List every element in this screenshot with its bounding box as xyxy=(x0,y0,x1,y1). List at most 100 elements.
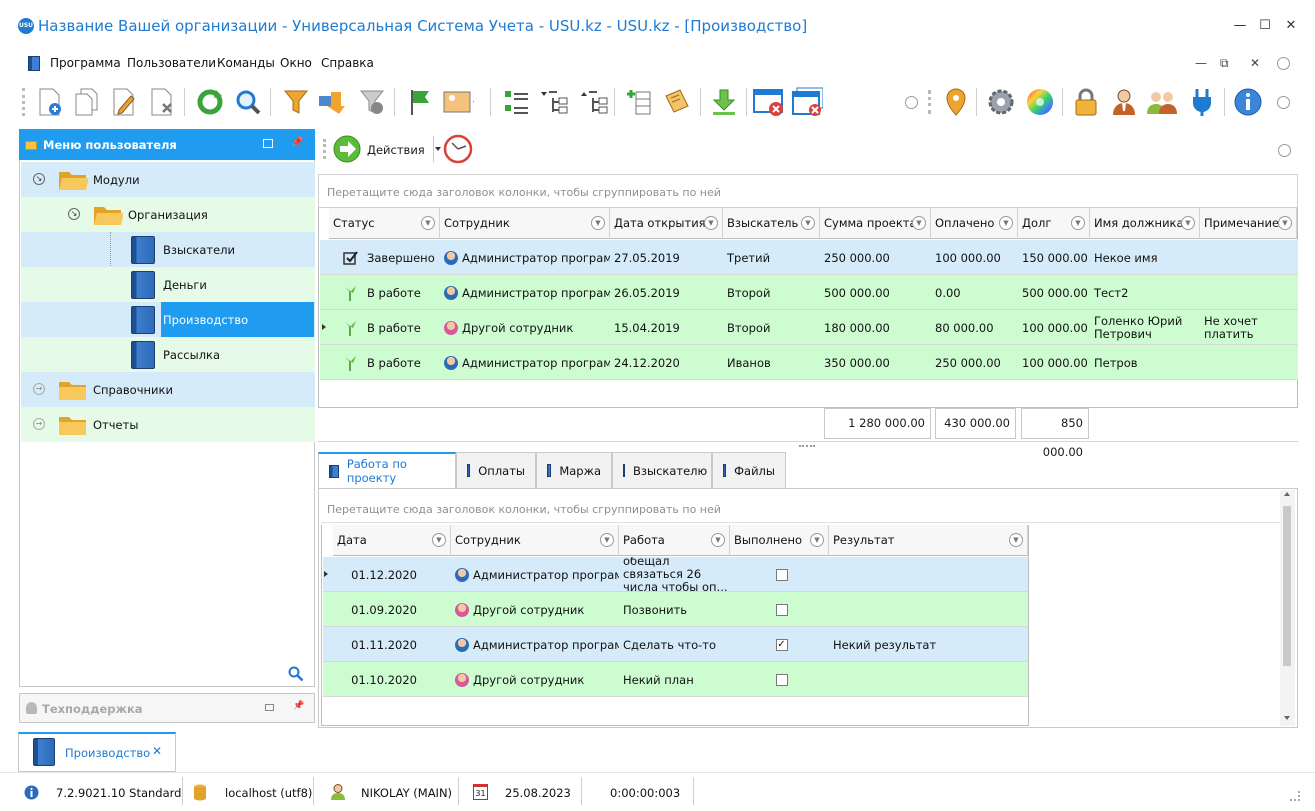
column-header-employee[interactable]: Сотрудник ▼ xyxy=(440,208,610,239)
support-panel[interactable]: Техподдержка 📌 xyxy=(19,693,315,723)
column-header-debt[interactable]: Долг ▼ xyxy=(1018,208,1090,239)
tab-to-creditor[interactable]: Взыскателю xyxy=(612,452,712,488)
document-tab[interactable]: Производство ✕ xyxy=(18,732,176,772)
filter-column-icon[interactable]: ▼ xyxy=(432,533,446,547)
filter-column-icon[interactable]: ▼ xyxy=(704,216,718,230)
notes-icon[interactable] xyxy=(660,86,692,118)
tab-payments[interactable]: Оплаты xyxy=(456,452,536,488)
toolbar-grip[interactable] xyxy=(928,90,931,114)
clock-icon[interactable] xyxy=(443,134,473,164)
column-header-employee[interactable]: Сотрудник ▼ xyxy=(451,525,619,556)
mdi-close-button[interactable]: ✕ xyxy=(1250,56,1260,70)
users-icon[interactable] xyxy=(1146,86,1178,118)
maximize-button[interactable]: ☐ xyxy=(1255,16,1275,36)
collapse-icon[interactable] xyxy=(1277,96,1290,109)
column-header-note[interactable]: Примечание ▼ xyxy=(1200,208,1297,239)
close-window-icon[interactable] xyxy=(752,86,784,118)
table-row[interactable]: В работе Администратор программы 24.12.2… xyxy=(320,345,1298,380)
tab-project-work[interactable]: Работа по проекту xyxy=(318,452,456,488)
filter-icon[interactable] xyxy=(280,86,312,118)
menu-help[interactable]: Справка xyxy=(321,56,374,70)
column-header-paid[interactable]: Оплачено ▼ xyxy=(931,208,1018,239)
toolbar-grip[interactable] xyxy=(22,88,25,116)
image-icon[interactable] xyxy=(442,86,474,118)
resize-grip-icon[interactable] xyxy=(1290,791,1300,801)
group-by-panel[interactable]: Перетащите сюда заголовок колонки, чтобы… xyxy=(318,174,1298,208)
edit-document-icon[interactable] xyxy=(108,86,140,118)
splitter[interactable] xyxy=(318,441,1298,442)
float-panel-icon[interactable] xyxy=(265,704,274,711)
table-row[interactable]: 01.09.2020 Другой сотрудник Позвонить xyxy=(323,592,1028,627)
table-row[interactable]: 01.11.2020 Администратор программы Сдела… xyxy=(323,627,1028,662)
tree-collapse-icon[interactable] xyxy=(578,86,610,118)
location-pin-icon[interactable] xyxy=(940,86,972,118)
table-row[interactable]: В работе Администратор программы 26.05.2… xyxy=(320,275,1298,310)
done-checkbox[interactable] xyxy=(775,673,788,686)
tab-files[interactable]: Файлы xyxy=(712,452,786,488)
column-header-creditor[interactable]: Взыскатель ▼ xyxy=(723,208,820,239)
tree-item-organization[interactable]: ↘ Организация xyxy=(21,197,315,232)
table-row[interactable]: 01.12.2020 Администратор программы обеща… xyxy=(323,557,1028,592)
menu-users[interactable]: Пользователи xyxy=(127,56,216,70)
collapse-icon[interactable] xyxy=(1277,57,1290,70)
collapse-icon[interactable] xyxy=(1278,144,1291,157)
filter-column-icon[interactable]: ▼ xyxy=(600,533,614,547)
column-header-result[interactable]: Результат ▼ xyxy=(829,525,1028,556)
add-row-icon[interactable] xyxy=(622,86,654,118)
table-row[interactable]: В работе Другой сотрудник 15.04.2019 Вто… xyxy=(320,310,1298,345)
menu-commands[interactable]: Команды xyxy=(217,56,275,70)
download-icon[interactable] xyxy=(708,86,740,118)
actions-button[interactable]: Действия xyxy=(332,134,442,164)
tab-margin[interactable]: Маржа xyxy=(536,452,612,488)
minimize-button[interactable]: — xyxy=(1230,16,1250,36)
collapse-icon[interactable] xyxy=(905,96,918,109)
tree-item-creditors[interactable]: Взыскатели xyxy=(21,232,315,372)
column-header-date[interactable]: Дата ▼ xyxy=(333,525,451,556)
filter-column-icon[interactable]: ▼ xyxy=(1071,216,1085,230)
vertical-scrollbar[interactable] xyxy=(1280,490,1295,726)
group-by-panel[interactable]: Перетащите сюда заголовок колонки, чтобы… xyxy=(321,491,1281,523)
filter-column-icon[interactable]: ▼ xyxy=(1181,216,1195,230)
table-row[interactable]: Завершено Администратор программы 27.05.… xyxy=(320,240,1298,275)
tree-item-references[interactable]: → Справочники xyxy=(21,372,315,407)
done-checkbox-checked[interactable]: ✓ xyxy=(775,638,788,651)
menu-program[interactable]: Программа xyxy=(50,56,121,70)
collapse-node-icon[interactable]: ↘ xyxy=(68,208,80,220)
refresh-icon[interactable] xyxy=(194,86,226,118)
close-button[interactable]: ✕ xyxy=(1281,16,1301,36)
filter-column-icon[interactable]: ▼ xyxy=(711,533,725,547)
tree-item-production[interactable]: Производство xyxy=(21,302,315,337)
filter-column-icon[interactable]: ▼ xyxy=(421,216,435,230)
add-document-icon[interactable] xyxy=(34,86,66,118)
toolbar-grip[interactable] xyxy=(323,139,326,159)
column-header-amount[interactable]: Сумма проекта ▼ xyxy=(820,208,931,239)
scroll-thumb[interactable] xyxy=(1283,506,1291,666)
tree-item-reports[interactable]: → Отчеты xyxy=(21,407,315,442)
info-icon[interactable] xyxy=(1232,86,1264,118)
column-header-work[interactable]: Работа ▼ xyxy=(619,525,730,556)
filter-column-icon[interactable]: ▼ xyxy=(999,216,1013,230)
mdi-minimize-button[interactable]: — xyxy=(1195,56,1207,70)
user-icon[interactable] xyxy=(1108,86,1140,118)
lock-icon[interactable] xyxy=(1070,86,1102,118)
float-panel-icon[interactable] xyxy=(263,139,273,148)
color-wheel-icon[interactable] xyxy=(1024,86,1056,118)
filter-column-icon[interactable]: ▼ xyxy=(1009,533,1023,547)
expand-node-icon[interactable]: → xyxy=(33,383,45,395)
close-all-windows-icon[interactable] xyxy=(791,86,823,118)
column-header-status[interactable]: Статус ▼ xyxy=(329,208,440,239)
column-header-done[interactable]: Выполнено ▼ xyxy=(730,525,829,556)
pin-icon[interactable]: 📌 xyxy=(291,137,303,148)
splitter-grip[interactable] xyxy=(799,445,815,447)
search-icon[interactable] xyxy=(232,86,264,118)
delete-document-icon[interactable] xyxy=(146,86,178,118)
tree-item-money[interactable]: Деньги xyxy=(21,267,315,302)
close-tab-button[interactable]: ✕ xyxy=(152,744,162,758)
table-row[interactable]: 01.10.2020 Другой сотрудник Некий план xyxy=(323,662,1028,697)
done-checkbox[interactable] xyxy=(775,603,788,616)
filter-column-icon[interactable]: ▼ xyxy=(1278,216,1292,230)
done-checkbox[interactable] xyxy=(775,568,788,581)
collapse-node-icon[interactable]: ↘ xyxy=(33,173,45,185)
expand-node-icon[interactable]: → xyxy=(33,418,45,430)
flag-icon[interactable] xyxy=(404,86,436,118)
